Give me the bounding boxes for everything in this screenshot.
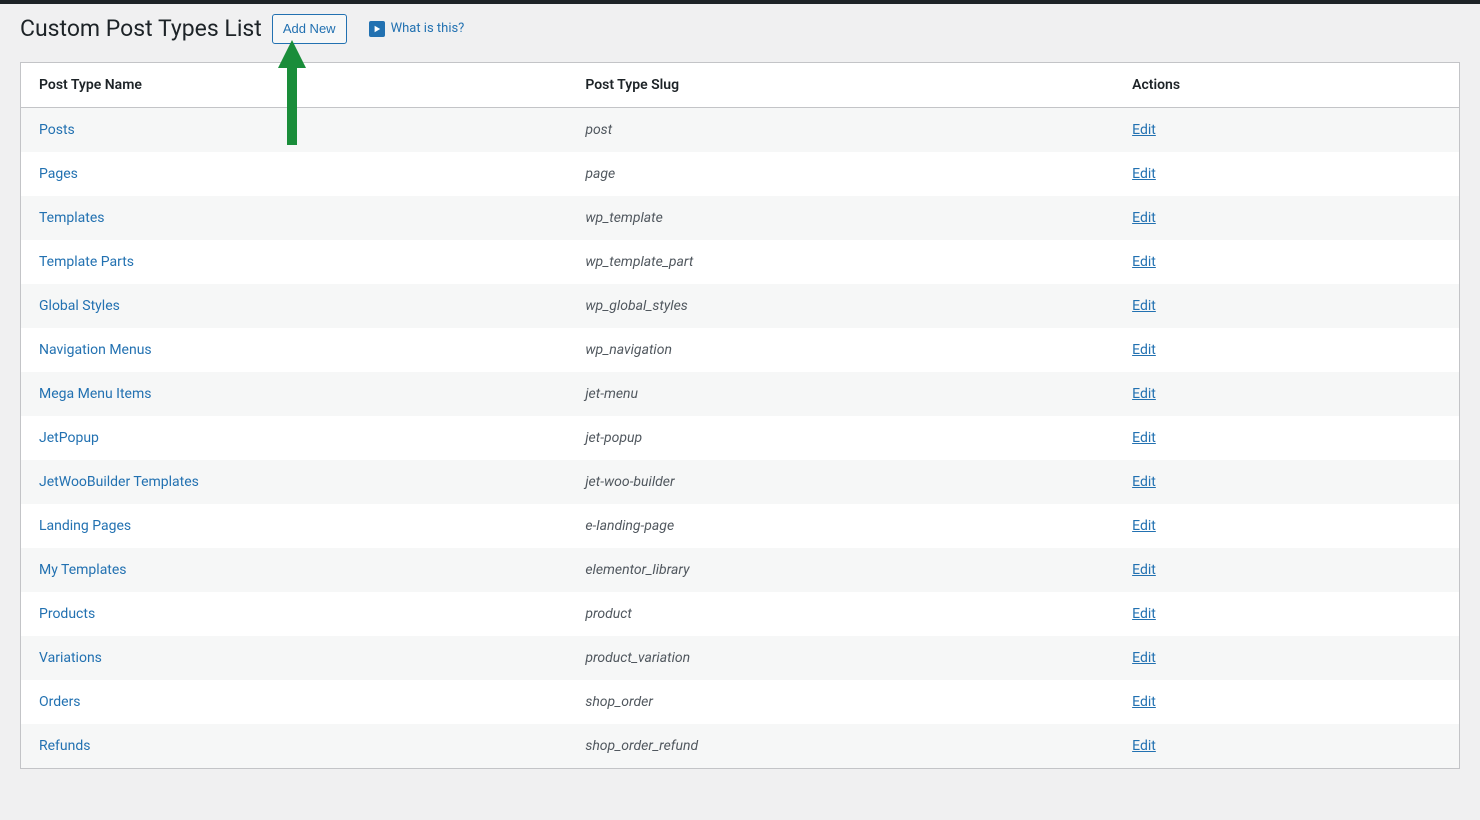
table-row: Mega Menu Items jet-menu Edit bbox=[21, 372, 1460, 416]
edit-link[interactable]: Edit bbox=[1132, 738, 1156, 754]
post-types-table: Post Type Name Post Type Slug Actions Po… bbox=[20, 62, 1460, 769]
edit-link[interactable]: Edit bbox=[1132, 122, 1156, 138]
edit-link[interactable]: Edit bbox=[1132, 342, 1156, 358]
post-type-slug: jet-woo-builder bbox=[585, 474, 674, 490]
page-title: Custom Post Types List bbox=[20, 14, 262, 44]
post-type-slug: elementor_library bbox=[585, 562, 689, 578]
post-type-slug: wp_navigation bbox=[585, 342, 672, 358]
edit-link[interactable]: Edit bbox=[1132, 386, 1156, 402]
post-type-name-link[interactable]: Mega Menu Items bbox=[39, 386, 151, 402]
post-type-name-link[interactable]: Refunds bbox=[39, 738, 91, 754]
edit-link[interactable]: Edit bbox=[1132, 166, 1156, 182]
post-type-name-link[interactable]: Global Styles bbox=[39, 298, 120, 314]
post-type-name-link[interactable]: Templates bbox=[39, 210, 105, 226]
table-header-row: Post Type Name Post Type Slug Actions bbox=[21, 62, 1460, 107]
what-is-this-link[interactable]: What is this? bbox=[369, 21, 465, 37]
edit-link[interactable]: Edit bbox=[1132, 210, 1156, 226]
post-type-name-link[interactable]: JetPopup bbox=[39, 430, 99, 446]
page-content: Custom Post Types List Add New What is t… bbox=[0, 4, 1480, 769]
post-type-slug: e-landing-page bbox=[585, 518, 674, 534]
post-type-slug: page bbox=[585, 166, 615, 182]
post-type-name-link[interactable]: Template Parts bbox=[39, 254, 134, 270]
table-row: Navigation Menus wp_navigation Edit bbox=[21, 328, 1460, 372]
edit-link[interactable]: Edit bbox=[1132, 562, 1156, 578]
post-type-name-link[interactable]: Posts bbox=[39, 122, 75, 138]
table-row: Templates wp_template Edit bbox=[21, 196, 1460, 240]
add-new-button[interactable]: Add New bbox=[272, 14, 347, 44]
post-type-slug: shop_order_refund bbox=[585, 738, 698, 754]
post-type-slug: post bbox=[585, 122, 612, 138]
post-type-name-link[interactable]: Variations bbox=[39, 650, 102, 666]
table-row: Products product Edit bbox=[21, 592, 1460, 636]
post-type-slug: wp_template bbox=[585, 210, 662, 226]
column-header-name: Post Type Name bbox=[21, 62, 568, 107]
post-type-slug: wp_global_styles bbox=[585, 298, 687, 314]
column-header-slug: Post Type Slug bbox=[567, 62, 1114, 107]
edit-link[interactable]: Edit bbox=[1132, 430, 1156, 446]
table-row: Pages page Edit bbox=[21, 152, 1460, 196]
table-row: JetWooBuilder Templates jet-woo-builder Ed… bbox=[21, 460, 1460, 504]
post-type-slug: jet-popup bbox=[585, 430, 642, 446]
table-row: JetPopup jet-popup Edit bbox=[21, 416, 1460, 460]
edit-link[interactable]: Edit bbox=[1132, 254, 1156, 270]
post-type-slug: jet-menu bbox=[585, 386, 638, 402]
post-type-name-link[interactable]: Navigation Menus bbox=[39, 342, 152, 358]
post-type-name-link[interactable]: Landing Pages bbox=[39, 518, 131, 534]
page-header: Custom Post Types List Add New What is t… bbox=[20, 14, 1460, 44]
table-row: Template Parts wp_template_part Edit bbox=[21, 240, 1460, 284]
what-is-this-label: What is this? bbox=[391, 21, 465, 36]
table-row: Orders shop_order Edit bbox=[21, 680, 1460, 724]
post-type-name-link[interactable]: JetWooBuilder Templates bbox=[39, 474, 199, 490]
post-type-name-link[interactable]: Orders bbox=[39, 694, 81, 710]
play-icon bbox=[369, 21, 385, 37]
post-type-slug: product_variation bbox=[585, 650, 690, 666]
post-type-name-link[interactable]: Products bbox=[39, 606, 95, 622]
post-type-slug: shop_order bbox=[585, 694, 653, 710]
table-row: Global Styles wp_global_styles Edit bbox=[21, 284, 1460, 328]
table-row: Refunds shop_order_refund Edit bbox=[21, 724, 1460, 769]
edit-link[interactable]: Edit bbox=[1132, 650, 1156, 666]
table-row: Landing Pages e-landing-page Edit bbox=[21, 504, 1460, 548]
edit-link[interactable]: Edit bbox=[1132, 694, 1156, 710]
table-row: Posts post Edit bbox=[21, 107, 1460, 152]
post-type-slug: product bbox=[585, 606, 632, 622]
table-row: My Templates elementor_library Edit bbox=[21, 548, 1460, 592]
table-row: Variations product_variation Edit bbox=[21, 636, 1460, 680]
post-type-name-link[interactable]: Pages bbox=[39, 166, 78, 182]
edit-link[interactable]: Edit bbox=[1132, 298, 1156, 314]
edit-link[interactable]: Edit bbox=[1132, 518, 1156, 534]
post-type-name-link[interactable]: My Templates bbox=[39, 562, 127, 578]
edit-link[interactable]: Edit bbox=[1132, 474, 1156, 490]
edit-link[interactable]: Edit bbox=[1132, 606, 1156, 622]
column-header-actions: Actions bbox=[1114, 62, 1459, 107]
post-type-slug: wp_template_part bbox=[585, 254, 693, 270]
